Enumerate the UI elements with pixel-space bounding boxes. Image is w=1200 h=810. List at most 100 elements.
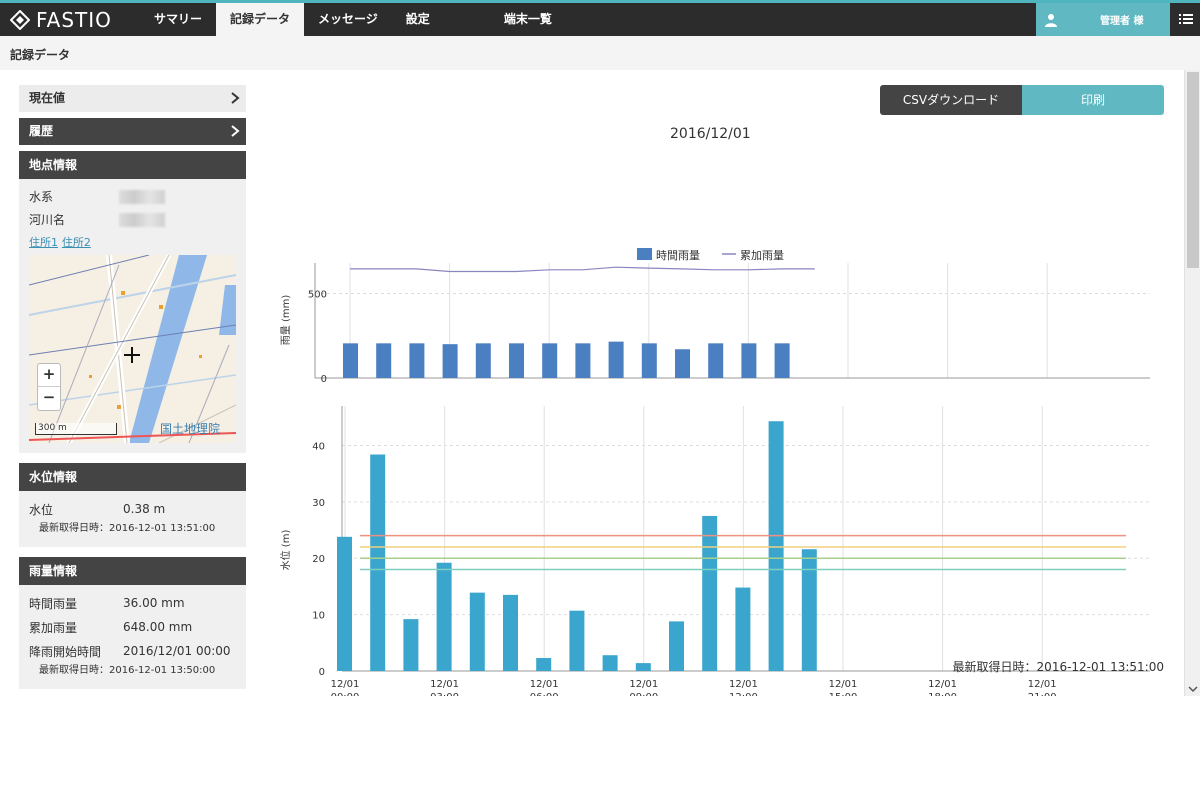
water-level-bar — [436, 562, 452, 671]
water-system-value-redacted — [119, 189, 165, 204]
zoom-out-button[interactable]: − — [38, 387, 60, 410]
level-y-tick-label: 0 — [319, 667, 325, 678]
rain-bar — [509, 343, 524, 378]
rainfall-updated: 最新取得日時：2016-12-01 13:50:00 — [39, 665, 216, 676]
rain-bar — [442, 344, 458, 378]
water-level-bar — [635, 663, 651, 671]
address-link-2[interactable]: 住所2 — [62, 236, 91, 249]
level-x-tick-time: 06:00 — [530, 692, 559, 696]
water-level-bar — [536, 658, 552, 671]
level-x-tick-time: 00:00 — [331, 692, 360, 696]
water-level-bar — [602, 655, 618, 671]
scroll-down-arrow-icon[interactable] — [1188, 684, 1198, 694]
water-level-bar — [702, 515, 718, 671]
hourly-rain-label: 時間雨量 — [29, 596, 78, 611]
current-values-button[interactable]: 現在値 — [19, 85, 246, 112]
water-level-updated: 最新取得日時：2016-12-01 13:51:00 — [39, 523, 216, 534]
nav-messages[interactable]: メッセージ — [304, 3, 392, 36]
rain-bar — [343, 343, 358, 378]
level-x-tick-date: 12/01 — [729, 679, 758, 690]
brand-name: FASTIO — [36, 8, 112, 32]
scrollbar-thumb[interactable] — [1187, 72, 1199, 268]
location-info-header: 地点情報 — [19, 151, 246, 179]
rain-bar — [608, 341, 624, 378]
chevron-right-icon — [231, 92, 240, 104]
level-x-tick-time: 21:00 — [1028, 692, 1057, 696]
legend-swatch-hourly-rain — [637, 248, 652, 260]
rainfall-info-body: 時間雨量 36.00 mm 累加雨量 648.00 mm 降雨開始時間 2016… — [19, 585, 246, 689]
level-x-tick-time: 12:00 — [729, 692, 758, 696]
vertical-scrollbar[interactable] — [1184, 70, 1200, 696]
page-header: 記録データ — [0, 36, 1200, 70]
nav-summary[interactable]: サマリー — [140, 3, 216, 36]
chevron-right-icon — [231, 125, 240, 137]
water-level-bar — [403, 619, 419, 671]
rain-bar — [774, 343, 790, 378]
level-x-tick-date: 12/01 — [331, 679, 360, 690]
water-level-row: 水位 0.38 m — [29, 497, 236, 521]
nav-records[interactable]: 記録データ — [216, 3, 305, 36]
water-level-bar — [669, 621, 684, 671]
list-menu-icon[interactable] — [1178, 11, 1194, 27]
cumulative-rain-label: 累加雨量 — [29, 620, 78, 635]
history-button[interactable]: 履歴 — [19, 118, 246, 145]
rain-bar — [708, 343, 724, 378]
river-name-label: 河川名 — [29, 213, 66, 227]
action-buttons: CSVダウンロード 印刷 — [880, 85, 1164, 115]
legend-label-hourly-rain: 時間雨量 — [656, 249, 700, 262]
water-system-label: 水系 — [29, 190, 54, 204]
logo[interactable]: FASTIO — [10, 7, 112, 33]
level-x-tick-time: 09:00 — [629, 692, 658, 696]
zoom-in-button[interactable]: + — [38, 364, 60, 387]
location-info-body: 水系 河川名 住所1 住所2 + − 300 m 国土地理院 — [19, 179, 246, 453]
user-menu[interactable]: 管理者 様 — [1036, 3, 1170, 36]
map-scale: 300 m — [35, 423, 117, 435]
top-navigation-bar: FASTIO サマリー 記録データ メッセージ 設定 端末一覧 管理者 様 — [0, 0, 1200, 36]
chart-date: 2016/12/01 — [670, 126, 751, 142]
level-y-tick-label: 10 — [312, 611, 325, 622]
current-values-label: 現在値 — [29, 91, 66, 105]
water-level-label: 水位 — [29, 502, 54, 517]
address-links: 住所1 住所2 — [29, 231, 236, 253]
level-x-tick-date: 12/01 — [829, 679, 858, 690]
nav-settings[interactable]: 設定 — [392, 3, 444, 36]
csv-download-button[interactable]: CSVダウンロード — [880, 85, 1022, 115]
map-zoom-control: + − — [37, 363, 61, 411]
user-icon — [1045, 13, 1057, 27]
history-label: 履歴 — [29, 124, 54, 138]
water-level-bar — [503, 594, 518, 671]
water-system-row: 水系 — [29, 185, 236, 208]
level-y-axis-title: 水位 (m) — [279, 530, 292, 571]
rain-y-tick-label: 500 — [308, 289, 327, 300]
side-panel: 現在値 履歴 地点情報 水系 河川名 住所1 住所2 + − 300 m 国土地… — [19, 85, 246, 689]
cumulative-rain-value: 648.00 mm — [123, 620, 193, 634]
water-level-bar — [569, 610, 585, 671]
water-level-bar — [469, 592, 485, 671]
rain-bar — [542, 343, 558, 378]
hourly-rain-row: 時間雨量 36.00 mm — [29, 591, 236, 615]
water-level-info-body: 水位 0.38 m 最新取得日時：2016-12-01 13:51:00 — [19, 491, 246, 547]
fastio-logo-icon — [10, 10, 30, 30]
nav-devices[interactable]: 端末一覧 — [490, 3, 566, 36]
river-name-value-redacted — [119, 212, 165, 227]
water-level-bar — [801, 549, 817, 671]
page-title: 記録データ — [10, 48, 71, 62]
water-level-bar — [370, 454, 386, 671]
main-content: 現在値 履歴 地点情報 水系 河川名 住所1 住所2 + − 300 m 国土地… — [0, 70, 1184, 696]
map-tiles — [29, 255, 236, 443]
map-credit[interactable]: 国土地理院 — [160, 420, 220, 437]
print-button[interactable]: 印刷 — [1022, 85, 1164, 115]
level-x-tick-date: 12/01 — [928, 679, 957, 690]
cumulative-rain-line — [350, 266, 815, 273]
level-y-tick-label: 20 — [312, 554, 325, 565]
location-map[interactable]: + − 300 m 国土地理院 — [29, 255, 236, 443]
rain-bar — [575, 343, 591, 378]
level-x-tick-time: 15:00 — [829, 692, 858, 696]
water-level-value: 0.38 m — [123, 502, 166, 516]
legend-label-cumulative-rain: 累加雨量 — [740, 249, 784, 262]
rain-bar — [475, 343, 491, 378]
rain-start-value: 2016/12/01 00:00 — [123, 644, 231, 658]
water-level-info-header: 水位情報 — [19, 463, 246, 491]
water-level-bar — [768, 421, 784, 671]
address-link-1[interactable]: 住所1 — [29, 236, 58, 249]
